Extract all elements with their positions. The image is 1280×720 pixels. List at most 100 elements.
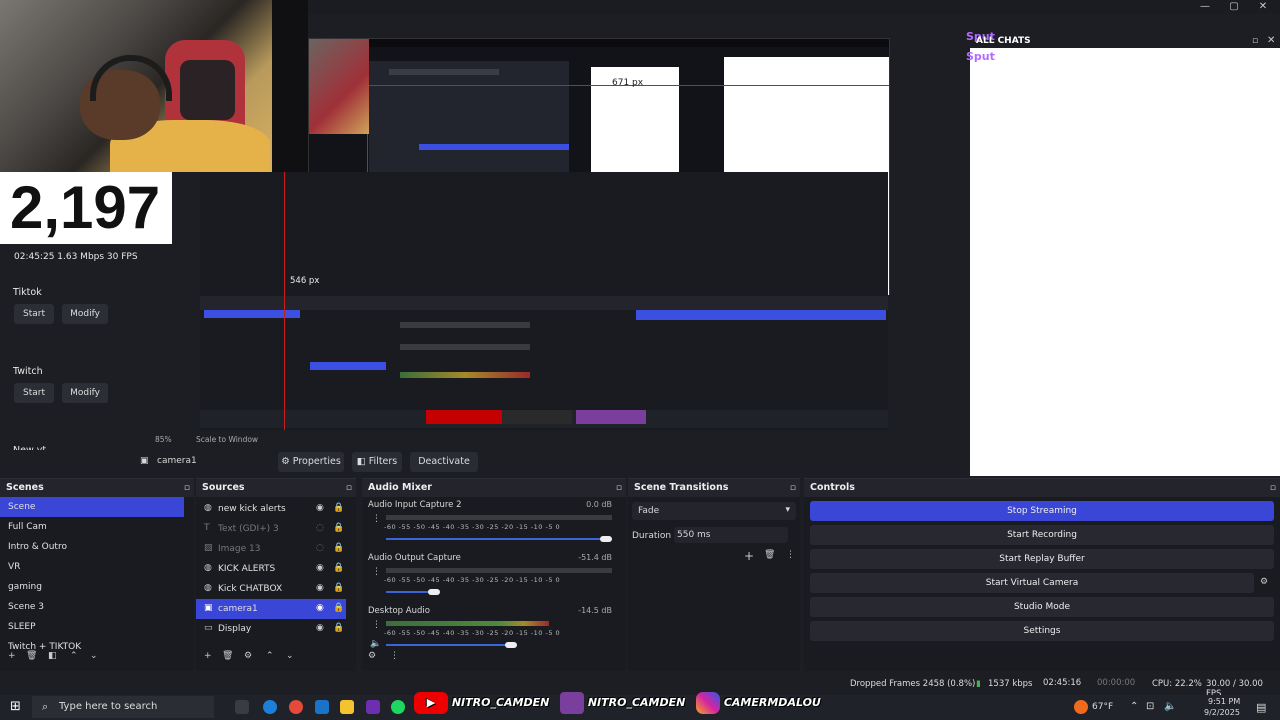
scene-item[interactable]: VR — [0, 557, 184, 577]
studio-mode-button[interactable]: Studio Mode — [810, 597, 1274, 617]
viewer-counter: 2,197 — [0, 172, 172, 244]
tiktok-modify-button[interactable]: Modify — [62, 304, 108, 324]
edge-icon[interactable] — [263, 700, 277, 714]
scale-mode[interactable]: Scale to Window — [196, 435, 258, 444]
volume-slider[interactable] — [386, 644, 506, 646]
trash-icon[interactable]: 🗑 — [222, 651, 233, 661]
close-button[interactable]: ✕ — [1248, 0, 1278, 14]
start-virtual-camera-button[interactable]: Start Virtual Camera — [810, 573, 1254, 593]
outlook-icon[interactable] — [315, 700, 329, 714]
eye-icon[interactable]: ◉ — [316, 503, 324, 513]
dock-float-icon[interactable]: ▫ — [184, 483, 190, 493]
twitch-start-button[interactable]: Start — [14, 383, 54, 403]
weather-icon[interactable] — [1074, 700, 1088, 714]
kebab-menu-icon[interactable]: ⋮ — [786, 550, 795, 560]
dock-float-icon[interactable]: ▫ — [1270, 483, 1276, 493]
kebab-menu-icon[interactable]: ⋮ — [390, 651, 399, 661]
scene-item[interactable]: gaming — [0, 577, 184, 597]
lock-icon[interactable]: 🔒 — [333, 543, 344, 553]
trash-icon[interactable]: 🗑 — [26, 651, 37, 661]
lock-icon[interactable]: 🔒 — [333, 523, 344, 533]
lock-icon[interactable]: 🔒 — [333, 583, 344, 593]
start-recording-button[interactable]: Start Recording — [810, 525, 1274, 545]
tray-chevron-icon[interactable]: ⌃ — [1130, 701, 1138, 712]
maximize-button[interactable]: ▢ — [1219, 0, 1249, 14]
eye-icon[interactable]: ◉ — [316, 563, 324, 573]
lock-icon[interactable]: 🔒 — [333, 503, 344, 513]
dock-float-icon[interactable]: ▫ — [790, 483, 796, 493]
scene-item[interactable]: SLEEP — [0, 617, 184, 637]
minimize-button[interactable]: — — [1190, 0, 1220, 14]
lock-icon[interactable]: 🔒 — [333, 603, 344, 613]
trash-icon[interactable]: 🗑 — [764, 550, 775, 560]
spotify-icon[interactable] — [391, 700, 405, 714]
scene-item[interactable]: Full Cam — [0, 517, 184, 537]
deactivate-button[interactable]: Deactivate — [410, 452, 478, 472]
network-icon[interactable]: ⊡ — [1146, 701, 1154, 712]
dock-close-icon[interactable]: ✕ — [1267, 35, 1275, 46]
properties-button[interactable]: ⚙ Properties — [278, 452, 344, 472]
dock-float-icon[interactable]: ▫ — [616, 483, 622, 493]
dock-float-icon[interactable]: ▫ — [346, 483, 352, 493]
eye-hidden-icon[interactable]: ◌ — [316, 523, 324, 533]
move-up-icon[interactable]: ⌃ — [266, 651, 274, 661]
kebab-menu-icon[interactable]: ⋮ — [372, 567, 381, 577]
eye-icon[interactable]: ◉ — [316, 583, 324, 593]
scene-item[interactable]: Intro & Outro — [0, 537, 184, 557]
scene-item[interactable]: Scene 3 — [0, 597, 184, 617]
move-up-icon[interactable]: ⌃ — [70, 651, 78, 661]
dropped-frames: Dropped Frames 2458 (0.8%) — [850, 679, 976, 689]
stop-streaming-button[interactable]: Stop Streaming — [810, 501, 1274, 521]
speaker-icon[interactable]: 🔈 — [370, 639, 381, 649]
volume-slider[interactable] — [386, 538, 612, 540]
meter-ticks: -60 -55 -50 -45 -40 -35 -30 -25 -20 -15 … — [384, 523, 561, 531]
move-down-icon[interactable]: ⌄ — [286, 651, 294, 661]
twitch-modify-button[interactable]: Modify — [62, 383, 108, 403]
volume-icon[interactable]: 🔈 — [1164, 701, 1176, 712]
volume-slider-handle[interactable] — [600, 536, 612, 542]
chat-browser-dock[interactable] — [970, 48, 1280, 476]
kebab-menu-icon[interactable]: ⋮ — [372, 620, 381, 630]
file-explorer-icon[interactable] — [340, 700, 354, 714]
notification-icon[interactable]: ▤ — [1256, 701, 1266, 714]
scene-item[interactable]: Scene — [0, 497, 184, 517]
duration-input[interactable]: 550 ms — [674, 527, 788, 543]
eye-icon[interactable]: ◉ — [316, 603, 324, 613]
scene-transitions-dock: Scene Transitions ▫ Fade ▾ Duration 550 … — [628, 478, 800, 671]
windows-start-icon[interactable]: ⊞ — [10, 699, 21, 714]
camera-icon: ▣ — [140, 456, 149, 466]
taskbar-search[interactable]: ⌕ Type here to search — [32, 696, 214, 718]
lock-icon[interactable]: 🔒 — [333, 623, 344, 633]
volume-slider-handle[interactable] — [428, 589, 440, 595]
signal-icon: ▮ — [976, 679, 981, 689]
filters-button[interactable]: ◧ Filters — [352, 452, 402, 472]
add-icon[interactable]: + — [744, 549, 754, 563]
gear-icon[interactable]: ⚙ — [1260, 577, 1268, 587]
eye-icon[interactable]: ◉ — [316, 623, 324, 633]
obs-icon[interactable] — [366, 700, 380, 714]
nested-obs-capture — [200, 172, 888, 430]
move-down-icon[interactable]: ⌄ — [90, 651, 98, 661]
chrome-icon[interactable] — [289, 700, 303, 714]
webcam-border — [272, 0, 308, 172]
lock-icon[interactable]: 🔒 — [333, 563, 344, 573]
settings-button[interactable]: Settings — [810, 621, 1274, 641]
start-replay-buffer-button[interactable]: Start Replay Buffer — [810, 549, 1274, 569]
dock-float-icon[interactable]: ▫ — [1252, 36, 1258, 46]
gear-icon[interactable]: ⚙ — [244, 651, 252, 661]
dimension-label-horizontal: 671 px — [612, 78, 644, 88]
add-icon[interactable]: + — [8, 651, 16, 661]
volume-slider-handle[interactable] — [505, 642, 517, 648]
filters-label: Filters — [368, 456, 398, 467]
transition-select[interactable]: Fade ▾ — [632, 502, 796, 520]
source-item-label: Kick CHATBOX — [218, 584, 283, 594]
scene-transitions-title: Scene Transitions — [628, 479, 800, 497]
kebab-menu-icon[interactable]: ⋮ — [372, 514, 381, 524]
gear-icon[interactable]: ⚙ — [368, 651, 376, 661]
tiktok-start-button[interactable]: Start — [14, 304, 54, 324]
filter-icon: ◧ — [356, 456, 366, 467]
task-view-icon[interactable] — [235, 700, 249, 714]
filter-icon[interactable]: ◧ — [48, 651, 57, 661]
add-icon[interactable]: + — [204, 651, 212, 661]
eye-hidden-icon[interactable]: ◌ — [316, 543, 324, 553]
